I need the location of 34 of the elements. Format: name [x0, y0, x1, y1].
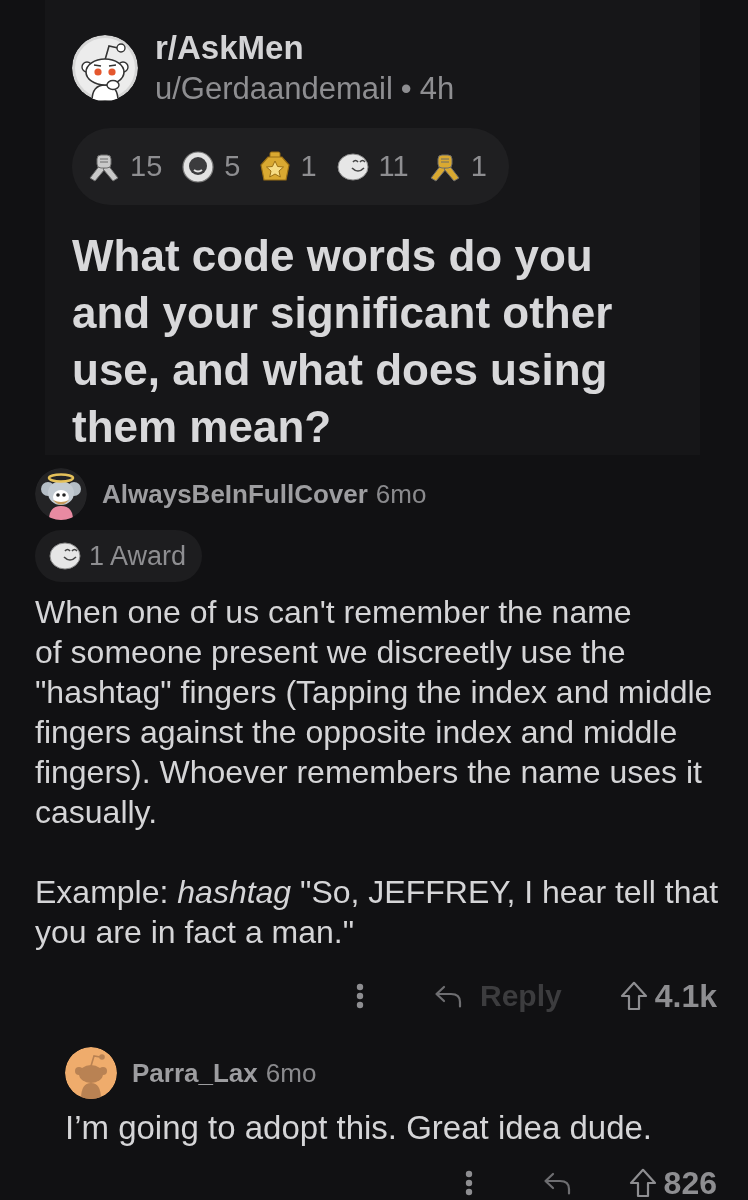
post-title: What code words do you and your significant other use, and what does using them mean?: [72, 230, 614, 453]
meta-separator: •: [400, 71, 412, 107]
reply-arrow-icon: [434, 984, 462, 1008]
award-count: 11: [378, 150, 409, 183]
author-link[interactable]: u/Gerdaandemail: [155, 71, 393, 107]
username-link[interactable]: Parra_Lax: [132, 1057, 258, 1089]
award-count: 1: [470, 150, 487, 183]
avatar-icon: [35, 468, 87, 520]
comment-text: I’m going to adopt this. Great idea dude.: [65, 1108, 654, 1148]
subreddit-link[interactable]: r/AskMen: [155, 29, 455, 67]
comment-text: When one of us can't remember the name of someone present we discreetly use the "hashtag" fingers (Tapping the index and middle fingers against the opposite index and middle fingers). Whoever remembers the name uses it casually.: [35, 593, 714, 832]
award-count: 5: [224, 150, 241, 183]
smiling-face-icon: [49, 542, 81, 570]
award-count: 1: [300, 150, 317, 183]
reply-arrow-icon: [542, 1171, 571, 1195]
upvote-arrow-icon: [619, 981, 648, 1011]
more-button[interactable]: [356, 983, 364, 1009]
avatar-icon: [72, 35, 138, 101]
comment-age: 6mo: [265, 1057, 317, 1089]
awards-button[interactable]: 1 Award: [35, 530, 203, 582]
post-age: 4h: [419, 71, 455, 107]
reply-button[interactable]: [542, 1171, 571, 1195]
awards-bar[interactable]: 15 5 1 11 1: [72, 128, 509, 205]
award-count: 15: [130, 150, 163, 183]
comment-text: Example: hashtag "So, JEFFREY, I hear tell that you are in fact a man.": [35, 873, 720, 952]
avatar-icon: [65, 1047, 117, 1099]
upvote-button[interactable]: 4.1k: [619, 977, 717, 1015]
more-icon: [464, 1170, 473, 1196]
comment-age: 6mo: [375, 478, 427, 510]
upvote-button[interactable]: 826: [628, 1164, 717, 1200]
upvote-arrow-icon: [628, 1168, 657, 1198]
more-icon: [356, 983, 364, 1009]
more-button[interactable]: [464, 1170, 473, 1196]
username-link[interactable]: AlwaysBeInFullCover: [102, 478, 368, 510]
